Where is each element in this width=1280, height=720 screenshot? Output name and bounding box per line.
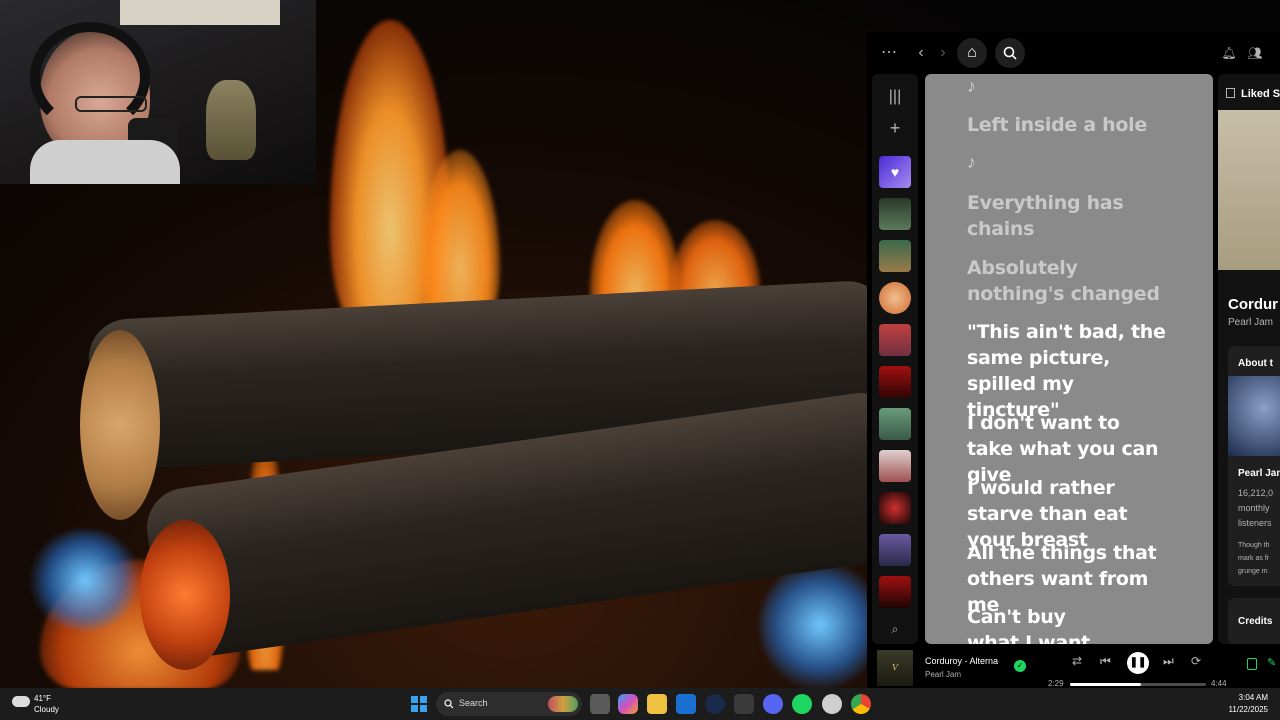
- bio-line: grunge m: [1238, 568, 1268, 575]
- app-icon[interactable]: [822, 694, 842, 714]
- weather-widget[interactable]: 41°F Cloudy: [12, 692, 82, 716]
- playlist-cover[interactable]: [879, 576, 911, 608]
- playlist-cover[interactable]: [879, 282, 911, 314]
- playlist-cover[interactable]: [879, 240, 911, 272]
- file-explorer-icon[interactable]: [647, 694, 667, 714]
- artist-photo[interactable]: [1228, 376, 1280, 456]
- more-options-icon[interactable]: ⋯: [877, 41, 901, 65]
- playlist-cover[interactable]: [879, 450, 911, 482]
- window-light: [120, 0, 280, 25]
- lyric-line[interactable]: Left inside a hole: [967, 112, 1207, 138]
- lyric-line-active[interactable]: "This ain't bad, the same picture, spill…: [967, 319, 1167, 423]
- liked-check-icon[interactable]: ✓: [1014, 660, 1026, 672]
- discord-icon[interactable]: [763, 694, 783, 714]
- panel-title: Liked S: [1241, 88, 1280, 100]
- now-playing-panel: Liked S Cordur Pearl Jam About t Pearl J…: [1218, 74, 1280, 644]
- progress-fill: [1070, 683, 1141, 686]
- search-icon: [444, 699, 454, 709]
- about-artist-card: About t Pearl Jan 16,212,0 monthly liste…: [1228, 346, 1280, 586]
- plus-icon[interactable]: +: [879, 118, 911, 138]
- listeners-2: monthly: [1238, 503, 1270, 513]
- spotify-topbar: ⋯ ‹ › ⌂ 🔔︎ 👥︎: [867, 32, 1280, 74]
- progress-bar[interactable]: [1070, 683, 1206, 686]
- log-end: [140, 520, 230, 670]
- playlist-cover[interactable]: [879, 534, 911, 566]
- search-icon[interactable]: [995, 38, 1025, 68]
- about-label: About t: [1238, 358, 1273, 369]
- headphones: [30, 22, 150, 132]
- playlist-icon: [1226, 88, 1235, 98]
- duration-time: 4:44: [1211, 679, 1227, 688]
- lyric-line[interactable]: Can't buy what I want: [967, 604, 1107, 644]
- search-library-icon[interactable]: ⌕: [879, 622, 911, 642]
- song-title[interactable]: Cordur: [1228, 296, 1278, 313]
- taskbar-search[interactable]: Search: [436, 692, 582, 716]
- lyrics-panel: ♪ Left inside a hole ♪ Everything has ch…: [925, 74, 1213, 644]
- music-note-icon: ♪: [967, 76, 976, 96]
- elapsed-time: 2:29: [1048, 679, 1064, 688]
- clock-date[interactable]: 11/22/2025: [1220, 705, 1268, 714]
- spotify-window: ⋯ ‹ › ⌂ 🔔︎ 👥︎ ||| + ♥ ⌕ ♪ Left inside a …: [867, 32, 1280, 688]
- task-view-icon[interactable]: [590, 694, 610, 714]
- spotify-icon[interactable]: [792, 694, 812, 714]
- taskbar: 41°F Cloudy Search 3:04 AM 11/22/2025: [0, 688, 1280, 720]
- outlook-icon[interactable]: [676, 694, 696, 714]
- weather-desc: Cloudy: [34, 705, 59, 714]
- album-art[interactable]: [1218, 110, 1280, 270]
- music-note-icon: ♪: [967, 152, 976, 172]
- figurine: [206, 80, 256, 160]
- playlist-cover[interactable]: [879, 366, 911, 398]
- xbox-icon[interactable]: [734, 694, 754, 714]
- fire-blue-flame: [760, 560, 880, 688]
- friends-icon[interactable]: 👥︎: [1243, 41, 1267, 65]
- playlist-cover[interactable]: [879, 492, 911, 524]
- lyric-line[interactable]: Everything has chains: [967, 190, 1127, 242]
- log-end: [80, 330, 160, 520]
- next-icon[interactable]: ⏭︎: [1163, 654, 1174, 669]
- listeners-3: listeners: [1238, 518, 1272, 528]
- chevron-right-icon[interactable]: ›: [931, 41, 955, 65]
- player-bar: V Corduroy - Alterna Pearl Jam ✓ ⇄ ⏮︎ ❚❚…: [867, 646, 1280, 688]
- now-playing-view-icon[interactable]: ✎: [1267, 656, 1276, 669]
- shuffle-icon[interactable]: ⇄: [1072, 654, 1082, 668]
- pause-button[interactable]: ❚❚: [1127, 652, 1149, 674]
- credits-label[interactable]: Credits: [1238, 616, 1272, 627]
- search-highlight-image: [548, 696, 578, 712]
- track-artist[interactable]: Pearl Jam: [925, 670, 961, 679]
- weather-temp: 41°F: [34, 694, 51, 703]
- playlist-cover[interactable]: [879, 198, 911, 230]
- bio-line: mark as fr: [1238, 555, 1270, 562]
- bell-icon[interactable]: 🔔︎: [1217, 41, 1241, 65]
- copilot-icon[interactable]: [618, 694, 638, 714]
- playlist-cover[interactable]: [879, 324, 911, 356]
- cloud-icon: [12, 696, 30, 707]
- chevron-left-icon[interactable]: ‹: [909, 41, 933, 65]
- search-label: Search: [459, 698, 488, 708]
- lyrics-icon[interactable]: [1247, 658, 1257, 670]
- lyric-line[interactable]: Absolutely nothing's changed: [967, 255, 1167, 307]
- now-playing-thumb[interactable]: V: [877, 650, 913, 686]
- artist-short[interactable]: Pearl Jan: [1238, 468, 1280, 479]
- track-title[interactable]: Corduroy - Alterna: [925, 656, 1005, 666]
- credits-card: Credits: [1228, 598, 1280, 644]
- shirt: [30, 140, 180, 184]
- webcam-overlay: [0, 0, 316, 184]
- home-icon[interactable]: ⌂: [957, 38, 987, 68]
- previous-icon[interactable]: ⏮︎: [1100, 654, 1111, 669]
- panel-header: Liked S: [1226, 88, 1280, 100]
- playlist-cover[interactable]: [879, 408, 911, 440]
- chrome-icon[interactable]: [851, 694, 871, 714]
- listeners-1: 16,212,0: [1238, 488, 1274, 498]
- repeat-icon[interactable]: ⟳: [1191, 654, 1201, 668]
- fire-blue-flame: [30, 530, 140, 630]
- bio-line: Though th: [1238, 542, 1270, 549]
- library-icon[interactable]: |||: [879, 88, 911, 108]
- clock-time[interactable]: 3:04 AM: [1228, 693, 1268, 702]
- liked-songs-cover[interactable]: ♥: [879, 156, 911, 188]
- artist-name[interactable]: Pearl Jam: [1228, 317, 1273, 328]
- glasses: [75, 96, 147, 112]
- windows-start-icon[interactable]: [411, 696, 427, 712]
- steam-icon[interactable]: [705, 694, 725, 714]
- library-sidebar: ||| + ♥ ⌕: [872, 74, 918, 644]
